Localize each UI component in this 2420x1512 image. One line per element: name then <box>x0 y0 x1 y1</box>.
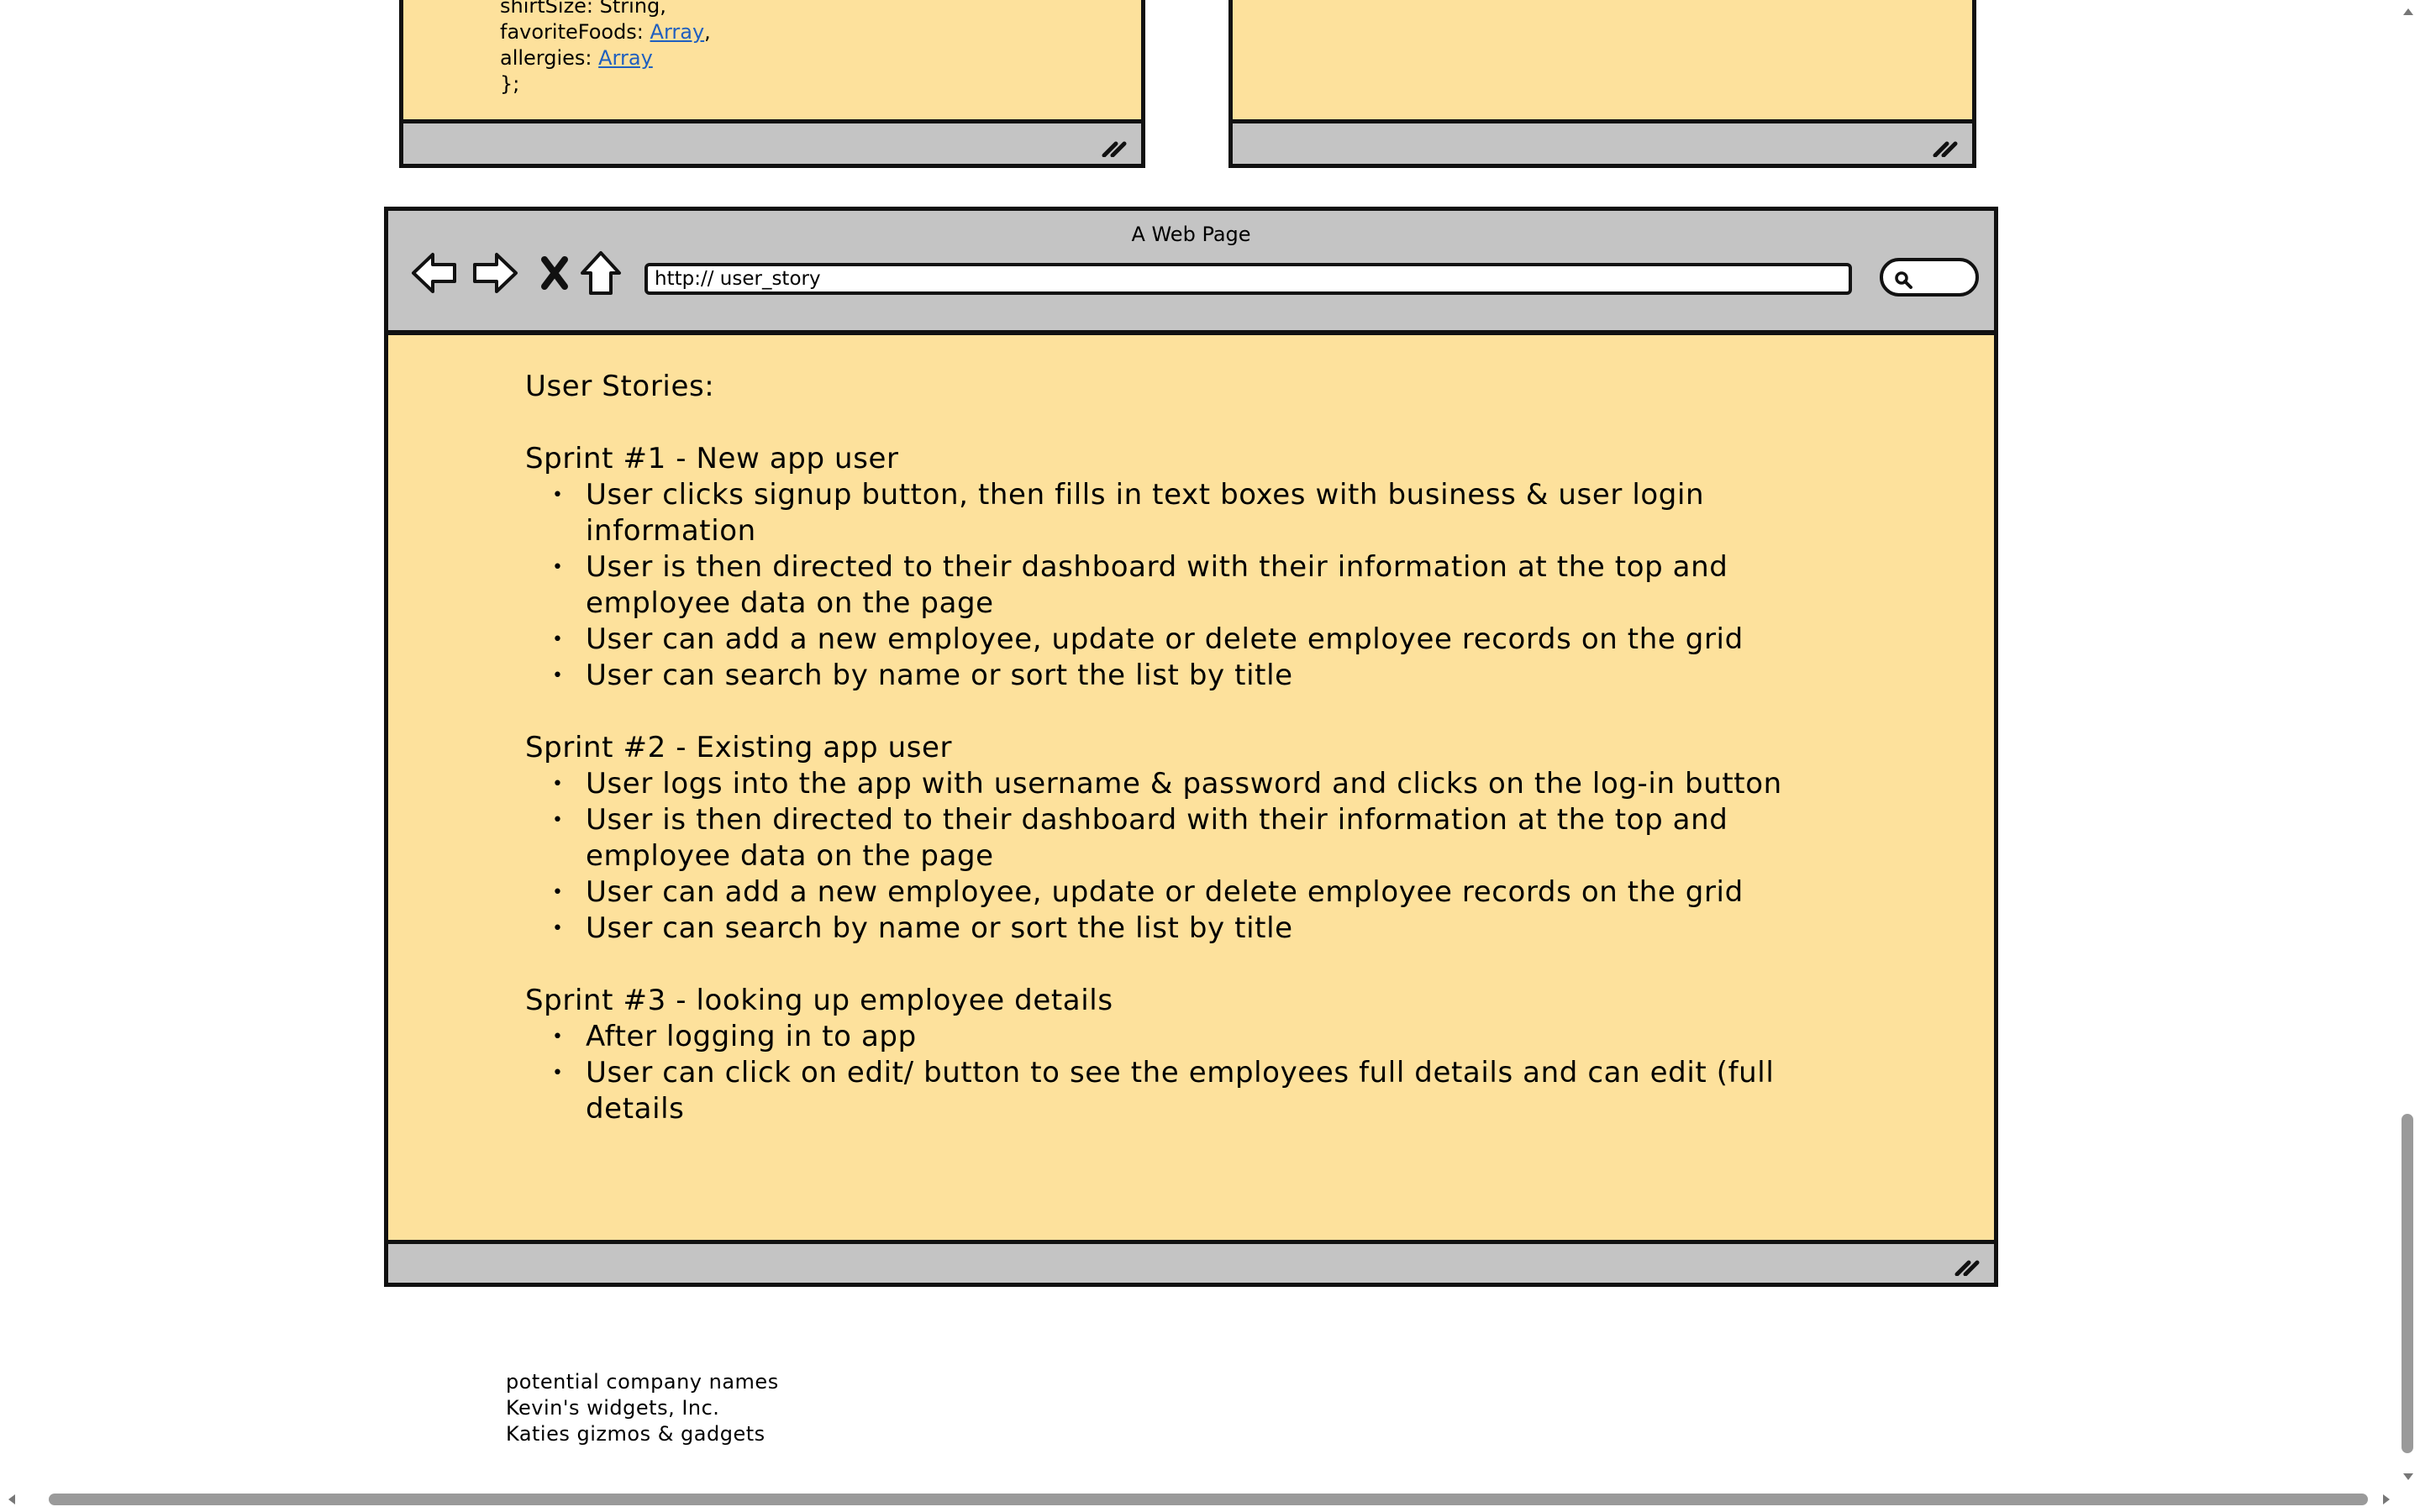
code-text: shirtSize: String, <box>500 0 666 18</box>
search-icon <box>1895 271 1912 289</box>
story-item: User clicks signup button, then fills in… <box>525 477 1836 549</box>
sprint-heading: Sprint #2 - Existing app user <box>525 731 953 764</box>
code-text: }; <box>500 72 520 96</box>
code-line: allergies: Array <box>500 45 711 71</box>
top-left-window-content: shirtSize: String, favoriteFoods: Array,… <box>403 0 1141 120</box>
scroll-left-icon[interactable] <box>8 1494 15 1504</box>
close-x-icon[interactable] <box>529 248 580 298</box>
sprint-heading: Sprint #3 - looking up employee details <box>525 984 1113 1017</box>
sprint-list: User logs into the app with username & p… <box>525 766 1836 947</box>
story-item: User can add a new employee, update or d… <box>525 874 1836 911</box>
sprint-list: After logging in to app User can click o… <box>525 1019 1836 1127</box>
top-right-window-content <box>1233 0 1972 120</box>
top-left-window-footer <box>403 119 1141 164</box>
story-item: After logging in to app <box>525 1019 1836 1055</box>
code-line: shirtSize: String, <box>500 0 711 19</box>
home-icon[interactable] <box>576 248 626 298</box>
browser-content: User Stories: Sprint #1 - New app user U… <box>388 335 1994 1239</box>
story-item: User can click on edit/ button to see th… <box>525 1055 1836 1127</box>
forward-arrow-icon[interactable] <box>470 248 520 298</box>
top-left-window: shirtSize: String, favoriteFoods: Array,… <box>399 0 1145 168</box>
note-line: potential company names <box>506 1370 779 1394</box>
address-bar[interactable]: http:// user_story <box>644 263 1852 295</box>
vertical-scroll-thumb[interactable] <box>2402 1114 2413 1453</box>
top-right-window-footer <box>1233 119 1972 164</box>
story-item: User can add a new employee, update or d… <box>525 622 1836 658</box>
horizontal-scroll-thumb[interactable] <box>49 1494 2368 1505</box>
browser-window: A Web Page http:// user_story User Stori… <box>384 207 1998 1287</box>
array-link[interactable]: Array <box>650 20 705 44</box>
scroll-up-icon[interactable] <box>2403 8 2413 15</box>
note-line: Kevin's widgets, Inc. <box>506 1396 720 1420</box>
code-line: }; <box>500 71 711 97</box>
canvas-page: shirtSize: String, favoriteFoods: Array,… <box>0 0 2420 1512</box>
company-names-note: potential company names Kevin's widgets,… <box>506 1369 779 1447</box>
code-text: favoriteFoods: <box>500 20 650 44</box>
resize-grip-icon[interactable] <box>1101 134 1129 157</box>
schema-code-block: shirtSize: String, favoriteFoods: Array,… <box>500 0 711 97</box>
browser-search-field[interactable] <box>1880 258 1979 297</box>
story-item: User is then directed to their dashboard… <box>525 549 1836 622</box>
story-item: User can search by name or sort the list… <box>525 658 1836 694</box>
scroll-right-icon[interactable] <box>2383 1494 2390 1504</box>
horizontal-scrollbar[interactable] <box>0 1487 2420 1512</box>
resize-grip-icon[interactable] <box>1932 134 1960 157</box>
browser-statusbar <box>388 1240 1994 1283</box>
story-item: User can search by name or sort the list… <box>525 911 1836 947</box>
user-stories: User Stories: Sprint #1 - New app user U… <box>525 369 1836 1127</box>
note-line: Katies gizmos & gadgets <box>506 1422 765 1446</box>
top-right-window <box>1228 0 1976 168</box>
vertical-scrollbar[interactable] <box>2395 0 2420 1487</box>
resize-grip-icon[interactable] <box>1954 1252 1982 1276</box>
code-suffix: , <box>704 20 711 44</box>
scroll-down-icon[interactable] <box>2403 1473 2413 1480</box>
array-link[interactable]: Array <box>598 46 653 70</box>
story-item: User is then directed to their dashboard… <box>525 802 1836 874</box>
code-text: allergies: <box>500 46 599 70</box>
stories-title: User Stories: <box>525 370 715 403</box>
sprint-list: User clicks signup button, then fills in… <box>525 477 1836 694</box>
code-line: favoriteFoods: Array, <box>500 19 711 45</box>
story-item: User logs into the app with username & p… <box>525 766 1836 802</box>
browser-title: A Web Page <box>1131 223 1251 246</box>
sprint-heading: Sprint #1 - New app user <box>525 442 899 475</box>
browser-toolbar: A Web Page http:// user_story <box>388 211 1994 335</box>
back-arrow-icon[interactable] <box>409 248 460 298</box>
